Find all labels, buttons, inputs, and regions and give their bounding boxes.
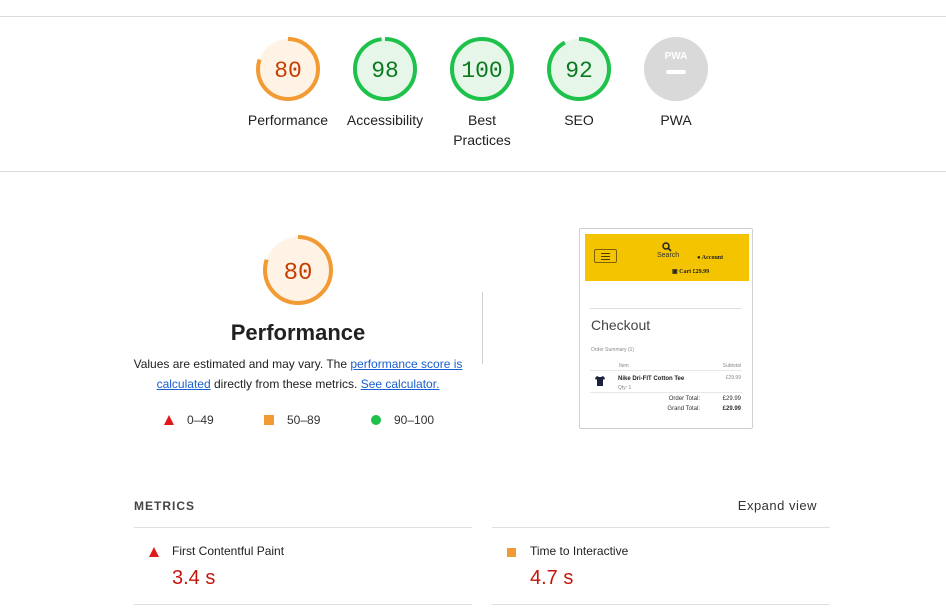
metrics-line-left-bottom bbox=[134, 604, 472, 605]
legend-pass: 90–100 bbox=[370, 413, 434, 427]
top-divider bbox=[0, 16, 946, 17]
metric-fcp-name: First Contentful Paint bbox=[172, 544, 285, 558]
gauge-accessibility[interactable]: 98 Accessibility bbox=[340, 36, 430, 130]
expand-view-toggle[interactable]: Expand view bbox=[738, 498, 817, 513]
thumb-order-total-label: Order Total: bbox=[668, 396, 700, 402]
fail-triangle-icon bbox=[149, 547, 159, 557]
gauge-seo-ring: 92 bbox=[547, 37, 611, 101]
thumb-cart: ▣ Cart £29.99 bbox=[672, 268, 709, 275]
gauge-pwa-label: PWA bbox=[660, 112, 692, 128]
thumb-grand-total: £29.99 bbox=[722, 406, 741, 412]
performance-score-large: 80 bbox=[284, 260, 313, 287]
thumb-order-total: £29.99 bbox=[722, 396, 741, 402]
performance-title: Performance bbox=[230, 320, 366, 345]
thumb-separator bbox=[590, 308, 742, 309]
gauge-seo-label: SEO bbox=[564, 112, 594, 128]
legend-fail: 0–49 bbox=[163, 413, 214, 427]
section-divider bbox=[482, 292, 483, 364]
thumb-row-line-top bbox=[590, 370, 742, 371]
gauge-performance-label: Performance bbox=[247, 112, 329, 128]
pwa-badge-icon: PWA bbox=[644, 37, 708, 101]
metric-time-to-interactive[interactable]: Time to Interactive 4.7 s bbox=[492, 544, 830, 594]
thumb-menu-icon bbox=[594, 249, 617, 263]
gauge-seo-score: 92 bbox=[565, 58, 593, 84]
metric-tti-value: 4.7 s bbox=[530, 567, 574, 589]
gauge-performance-ring: 80 bbox=[256, 37, 320, 101]
legend-pass-range: 90–100 bbox=[394, 413, 435, 427]
square-icon bbox=[264, 415, 274, 425]
thumb-account-label: Account bbox=[701, 255, 724, 261]
thumb-cart-icon: ▣ bbox=[672, 269, 678, 275]
thumb-row-line-bottom bbox=[590, 392, 742, 393]
performance-desc-middle: directly from these metrics. bbox=[210, 377, 361, 391]
legend-average-range: 50–89 bbox=[287, 413, 321, 427]
circle-icon bbox=[371, 415, 381, 425]
gauge-accessibility-ring: 98 bbox=[353, 37, 417, 101]
average-square-icon bbox=[507, 548, 516, 557]
thumb-user-icon: ● bbox=[697, 255, 701, 261]
legend-average: 50–89 bbox=[263, 413, 320, 427]
gauge-best-practices-label: Best Practices bbox=[453, 112, 511, 148]
gauge-accessibility-label: Accessibility bbox=[346, 112, 424, 128]
gauge-best-practices-score: 100 bbox=[461, 58, 502, 84]
gauge-pwa[interactable]: PWA PWA bbox=[631, 36, 721, 130]
gauge-best-practices-ring: 100 bbox=[450, 37, 514, 101]
metrics-line-right-top bbox=[492, 527, 830, 528]
performance-desc-prefix: Values are estimated and may vary. The bbox=[133, 357, 351, 371]
final-screenshot-thumbnail[interactable]: Search ● Account ▣ Cart £29.99 Checkout … bbox=[579, 228, 753, 429]
metric-tti-name: Time to Interactive bbox=[530, 544, 629, 558]
thumb-account: ● Account bbox=[697, 255, 723, 261]
metric-first-contentful-paint[interactable]: First Contentful Paint 3.4 s bbox=[134, 544, 472, 594]
thumb-order-summary: Order Summary (1) bbox=[591, 347, 635, 353]
thumb-subtotal-header: Subtotal bbox=[722, 363, 741, 369]
metric-fcp-value: 3.4 s bbox=[172, 567, 216, 589]
performance-gauge-large: 80 bbox=[262, 234, 334, 306]
gauge-seo[interactable]: 92 SEO bbox=[534, 36, 624, 130]
metrics-header: METRICS bbox=[134, 499, 195, 513]
thumb-item-price: £29.99 bbox=[725, 375, 741, 381]
pwa-badge-text: PWA bbox=[665, 51, 688, 62]
performance-description: Values are estimated and may vary. The p… bbox=[132, 354, 464, 394]
thumb-cart-label: Cart £29.99 bbox=[679, 269, 710, 275]
triangle-icon bbox=[164, 415, 174, 425]
legend-fail-range: 0–49 bbox=[187, 413, 214, 427]
metrics-line-right-bottom bbox=[492, 604, 830, 605]
thumb-grand-total-label: Grand Total: bbox=[667, 406, 700, 412]
see-calculator-link[interactable]: See calculator. bbox=[361, 377, 440, 391]
thumb-checkout-title: Checkout bbox=[591, 317, 651, 333]
metrics-line-left-top bbox=[134, 527, 472, 528]
gauge-performance-score: 80 bbox=[274, 58, 302, 84]
gauge-best-practices[interactable]: 100 Best Practices bbox=[437, 36, 527, 150]
thumb-search-icon bbox=[662, 242, 672, 252]
thumb-search-label: Search bbox=[657, 252, 680, 259]
gauges-divider bbox=[0, 171, 946, 172]
thumb-site-header: Search ● Account ▣ Cart £29.99 bbox=[585, 234, 749, 281]
thumb-item-header: Item bbox=[619, 363, 629, 369]
thumb-item-name: Nike Dri-FIT Cotton Tee bbox=[618, 376, 685, 382]
thumb-tshirt-icon bbox=[595, 376, 605, 386]
gauge-accessibility-score: 98 bbox=[371, 58, 399, 84]
thumb-search: Search bbox=[657, 242, 680, 259]
gauge-performance[interactable]: 80 Performance bbox=[243, 36, 333, 130]
thumb-item-qty: Qty: 1 bbox=[618, 385, 632, 391]
